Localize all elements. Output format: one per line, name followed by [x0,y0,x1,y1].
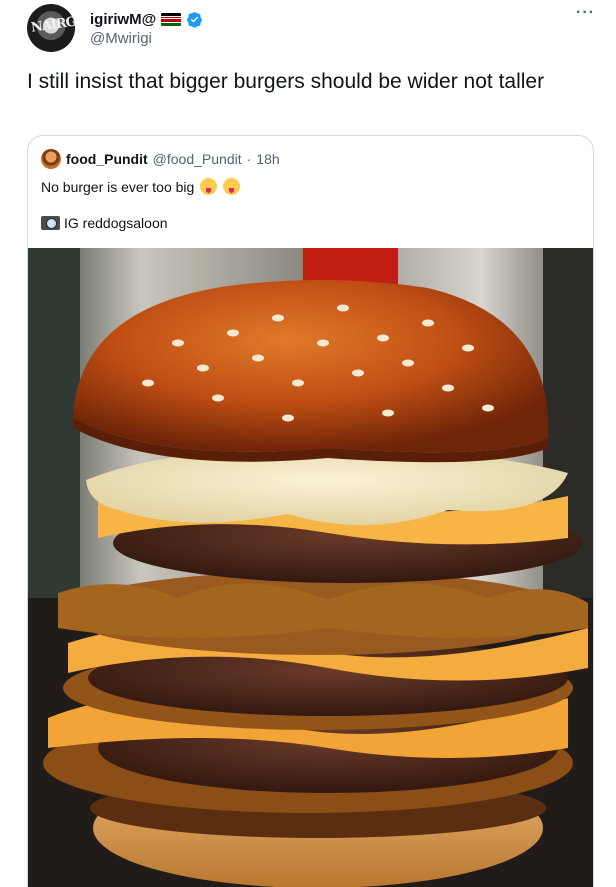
tweet-text: I still insist that bigger burgers shoul… [27,70,545,93]
quoted-author-avatar[interactable] [41,149,61,169]
author-handle[interactable]: @Mwirigi [90,30,152,47]
quoted-author-display-name[interactable]: food_Pundit [66,151,148,167]
author-avatar[interactable]: NAIRG [27,4,75,52]
quoted-tweet-timestamp[interactable]: 18h [256,151,279,167]
separator-dot: · [246,151,252,167]
quoted-tweet-header: food_Pundit @food_Pundit · 18h [41,149,280,169]
more-options-icon[interactable]: ··· [576,4,595,22]
avatar-logo-text: NAIRG [30,14,75,36]
author-display-name[interactable]: igiriwM@ [90,11,156,28]
quoted-tweet-line1-text: No burger is ever too big [41,179,195,195]
quoted-tweet-card[interactable]: food_Pundit @food_Pundit · 18h No burger… [27,135,594,887]
quoted-author-handle[interactable]: @food_Pundit [153,151,242,167]
burger-photo[interactable] [28,248,593,887]
quoted-tweet-line2-text: IG reddogsaloon [64,215,168,231]
camera-icon [41,216,60,230]
verified-badge-icon [187,11,203,28]
author-name-row: igiriwM@ [90,9,203,29]
tongue-out-emoji-icon [200,178,218,195]
quoted-tweet-text-line1: No burger is ever too big [41,177,241,197]
tweet: NAIRG igiriwM@ @Mwirigi ··· I still insi… [0,0,616,887]
burger-illustration [28,248,593,887]
kenya-flag-icon [161,12,182,26]
quoted-tweet-text-line2: IG reddogsaloon [41,213,168,233]
yum-emoji-icon [223,178,241,195]
